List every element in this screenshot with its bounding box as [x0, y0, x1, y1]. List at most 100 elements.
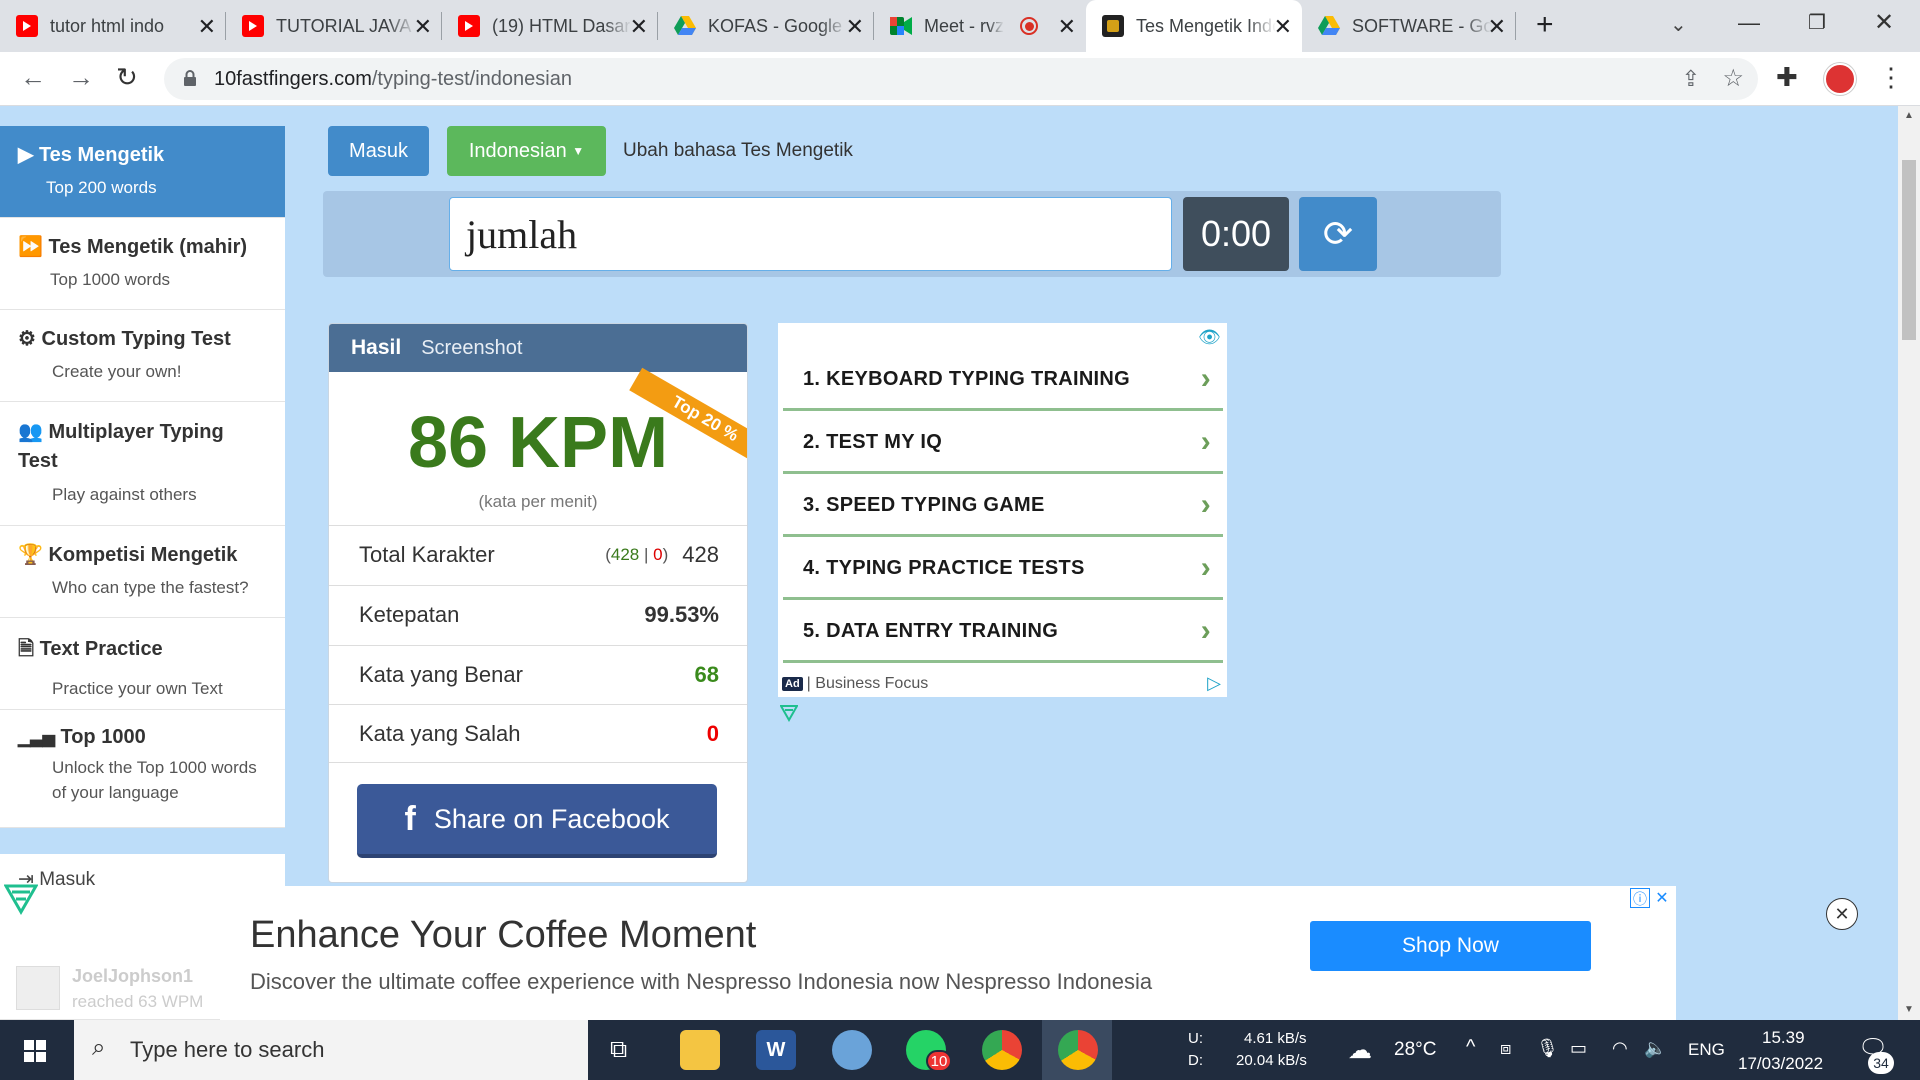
sidebar-item-text-practice[interactable]: 🗎 Text Practice Practice your own Text — [0, 618, 285, 710]
adchoices-icon[interactable]: ▷ — [1207, 673, 1221, 694]
chevron-right-icon: › — [1200, 614, 1211, 647]
chrome-icon[interactable] — [982, 1030, 1022, 1070]
stat-row-keystrokes: Total Karakter (428 | 0) 428 — [329, 525, 747, 584]
task-view-icon[interactable]: ⧉ — [610, 1036, 627, 1064]
shop-now-button[interactable]: Shop Now — [1310, 921, 1591, 971]
ad-link-item[interactable]: 1. KEYBOARD TYPING TRAINING › — [783, 350, 1223, 411]
leaderboard-score: reached 63 WPM — [72, 992, 204, 1011]
net-down-label: D: — [1188, 1052, 1203, 1069]
gears-icon: ⚙ — [18, 328, 36, 350]
page-scrollbar[interactable]: ▲ ▼ — [1898, 106, 1920, 1020]
language-dropdown[interactable]: Indonesian ▼ — [447, 126, 606, 176]
language-indicator[interactable]: ENG — [1688, 1040, 1725, 1060]
close-tab-icon[interactable]: ✕ — [846, 14, 864, 40]
bookmark-star-icon[interactable]: ☆ — [1722, 64, 1744, 93]
sidebar-item-sub: Top 200 words — [46, 178, 157, 197]
close-tab-icon[interactable]: ✕ — [1274, 14, 1292, 40]
login-button[interactable]: Masuk — [328, 126, 429, 176]
ad-visibility-icon[interactable]: 👁 — [1198, 327, 1221, 348]
ad-link-item[interactable]: 3. SPEED TYPING GAME › — [783, 476, 1223, 537]
close-tab-icon[interactable]: ✕ — [1488, 14, 1506, 40]
lock-icon — [184, 69, 196, 86]
reload-icon[interactable]: ↻ — [116, 62, 138, 93]
ad-link-label: 1. KEYBOARD TYPING TRAINING — [803, 367, 1131, 390]
minimize-icon[interactable]: — — [1738, 10, 1760, 36]
close-window-icon[interactable]: ✕ — [1874, 8, 1894, 37]
microphone-icon[interactable]: 🎙 — [1536, 1038, 1559, 1059]
battery-icon[interactable]: ▭ — [1570, 1038, 1587, 1059]
tab-screenshot[interactable]: Screenshot — [421, 337, 522, 360]
clock-time[interactable]: 15.39 — [1762, 1028, 1805, 1048]
taskbar-search[interactable]: ⌕ Type here to search — [74, 1020, 588, 1080]
drive-icon — [674, 15, 696, 37]
ad-link-item[interactable]: 5. DATA ENTRY TRAINING › — [783, 602, 1223, 663]
scroll-up-icon[interactable]: ▲ — [1904, 110, 1914, 121]
meet-tray-icon[interactable]: ⧈ — [1500, 1038, 1511, 1059]
share-icon[interactable]: ⇪ — [1682, 66, 1700, 92]
scroll-down-icon[interactable]: ▼ — [1904, 1004, 1914, 1015]
sidebar-item-sub: Unlock the Top 1000 words of your langua… — [52, 758, 257, 802]
browser-tab[interactable]: (19) HTML Dasar ✕ — [442, 0, 658, 52]
restore-icon[interactable]: ❐ — [1808, 10, 1826, 35]
facebook-icon: f — [404, 799, 416, 838]
sidebar-item-multiplayer[interactable]: 👥 Multiplayer Typing Test Play against o… — [0, 402, 285, 526]
sidebar-item-advanced[interactable]: ⏩ Tes Mengetik (mahir) Top 1000 words — [0, 218, 285, 310]
close-tab-icon[interactable]: ✕ — [630, 14, 648, 40]
share-facebook-button[interactable]: f Share on Facebook — [357, 784, 717, 858]
browser-tab[interactable]: TUTORIAL JAVA ✕ — [226, 0, 442, 52]
chrome-icon[interactable] — [1058, 1030, 1098, 1070]
ad-link-label: 4. TYPING PRACTICE TESTS — [803, 556, 1085, 579]
stat-value: 68 — [694, 662, 719, 687]
forward-icon: ⏩ — [18, 236, 43, 258]
close-banner-icon[interactable]: ✕ — [1826, 898, 1858, 930]
file-explorer-icon[interactable] — [680, 1030, 720, 1070]
cloud-icon: ☁ — [1348, 1037, 1372, 1064]
word-icon[interactable]: W — [756, 1030, 796, 1070]
whatsapp-icon[interactable]: 10 — [906, 1030, 952, 1072]
sidebar-item-competition[interactable]: 🏆 Kompetisi Mengetik Who can type the fa… — [0, 526, 285, 618]
sidebar-login-link[interactable]: Masuk — [39, 869, 95, 890]
browser-tab-active[interactable]: Tes Mengetik Indonesian ✕ — [1086, 0, 1302, 52]
windows-start-icon[interactable] — [24, 1040, 46, 1062]
weather-temp[interactable]: 28°C — [1394, 1039, 1436, 1061]
forward-icon[interactable]: → — [68, 62, 94, 93]
paint-icon[interactable] — [832, 1030, 872, 1070]
wrong-keystrokes: 0 — [653, 545, 663, 564]
chevron-up-icon[interactable]: ^ — [1466, 1036, 1475, 1059]
new-tab-icon[interactable]: + — [1536, 8, 1554, 42]
address-bar[interactable]: 10fastfingers.com/typing-test/indonesian… — [164, 58, 1758, 100]
leaderboard-user[interactable]: JoelJophson1 — [72, 966, 193, 987]
browser-tab[interactable]: tutor html indo ✕ — [0, 0, 226, 52]
tab-search-icon[interactable]: ⌄ — [1670, 12, 1687, 37]
meet-icon — [890, 15, 912, 37]
sidebar-item-typing-test[interactable]: ▶ Tes Mengetik Top 200 words — [0, 126, 285, 218]
restart-button[interactable]: ⟳ — [1299, 197, 1377, 271]
ad-info-icon[interactable]: ⓘ — [1630, 888, 1650, 908]
trophy-icon: 🏆 — [18, 544, 43, 566]
browser-tab[interactable]: Meet - rvz ✕ — [874, 0, 1086, 52]
tab-result[interactable]: Hasil — [351, 336, 401, 360]
sidebar-item-custom[interactable]: ⚙ Custom Typing Test Create your own! — [0, 310, 285, 402]
sidebar-item-top1000[interactable]: ▁▃▅ Top 1000 Unlock the Top 1000 words o… — [0, 710, 285, 828]
notification-count: 34 — [1868, 1052, 1894, 1074]
close-tab-icon[interactable]: ✕ — [198, 14, 216, 40]
menu-icon[interactable]: ⋮ — [1878, 62, 1904, 93]
scroll-thumb[interactable] — [1902, 160, 1916, 340]
profile-avatar[interactable] — [1824, 63, 1856, 95]
ad-link-label: 5. DATA ENTRY TRAINING — [803, 619, 1059, 642]
ad-close-icon[interactable]: ✕ — [1652, 888, 1672, 908]
wifi-icon[interactable]: ◠ — [1612, 1038, 1628, 1059]
back-icon[interactable]: ← — [20, 62, 46, 93]
browser-tab[interactable]: SOFTWARE - Google ✕ — [1302, 0, 1516, 52]
clock-date[interactable]: 17/03/2022 — [1738, 1054, 1823, 1074]
volume-icon[interactable]: 🔈 — [1644, 1038, 1666, 1059]
ad-link-item[interactable]: 4. TYPING PRACTICE TESTS › — [783, 539, 1223, 600]
sidebar-item-sub: Play against others — [52, 485, 197, 504]
close-tab-icon[interactable]: ✕ — [1058, 14, 1076, 40]
browser-tab[interactable]: KOFAS - Google ✕ — [658, 0, 874, 52]
sidebar-item-sub: Create your own! — [52, 362, 182, 381]
ad-link-item[interactable]: 2. TEST MY IQ › — [783, 413, 1223, 474]
typing-input[interactable]: jumlah — [449, 197, 1172, 271]
close-tab-icon[interactable]: ✕ — [414, 14, 432, 40]
extensions-icon[interactable]: ✚ — [1776, 62, 1798, 93]
